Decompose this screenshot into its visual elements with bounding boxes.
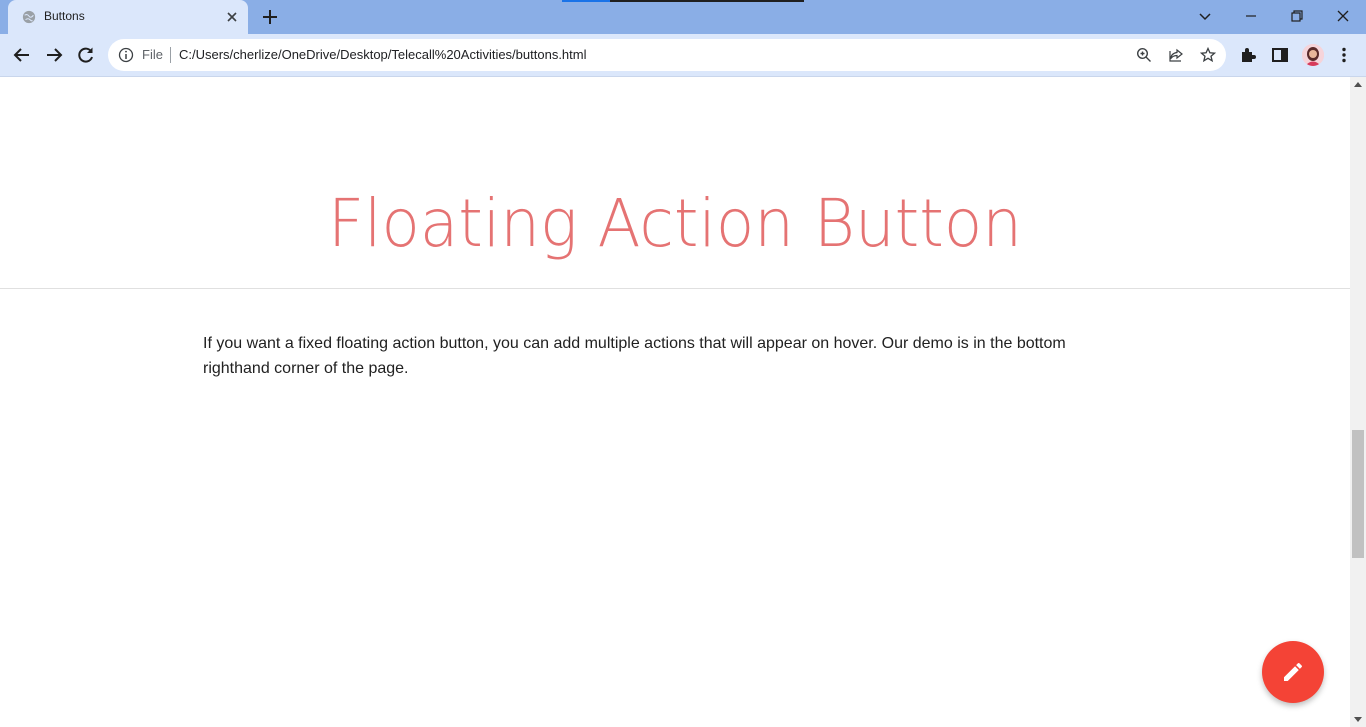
url-scheme-label: File xyxy=(142,47,163,62)
share-icon[interactable] xyxy=(1168,47,1184,63)
page-title: Floating Action Button xyxy=(328,185,1022,262)
forward-icon[interactable] xyxy=(44,45,64,65)
tab-strip: Buttons xyxy=(0,0,1366,34)
tab-title: Buttons xyxy=(44,9,85,23)
tab-buttons[interactable]: Buttons xyxy=(8,0,248,34)
header-divider xyxy=(0,288,1350,289)
restore-icon[interactable] xyxy=(1287,6,1307,26)
globe-icon xyxy=(22,10,36,24)
edit-icon xyxy=(1284,662,1303,681)
bookmark-star-icon[interactable] xyxy=(1200,47,1216,63)
back-icon[interactable] xyxy=(12,45,32,65)
address-bar[interactable]: File C:/Users/cherlize/OneDrive/Desktop/… xyxy=(108,39,1226,71)
url-text[interactable]: C:/Users/cherlize/OneDrive/Desktop/Telec… xyxy=(179,47,587,62)
vertical-scrollbar[interactable] xyxy=(1350,77,1366,727)
browser-toolbar: File C:/Users/cherlize/OneDrive/Desktop/… xyxy=(0,34,1366,77)
profile-avatar[interactable] xyxy=(1302,44,1324,66)
description-text: If you want a fixed floating action butt… xyxy=(203,335,1066,377)
reload-icon[interactable] xyxy=(76,45,96,65)
side-panel-icon[interactable] xyxy=(1270,45,1290,65)
drag-indicator xyxy=(562,0,804,2)
new-tab-icon[interactable] xyxy=(260,7,280,27)
extensions-icon[interactable] xyxy=(1238,45,1258,65)
close-tab-icon[interactable] xyxy=(224,9,240,25)
scrollbar-thumb[interactable] xyxy=(1352,430,1364,558)
site-info-icon[interactable] xyxy=(118,47,134,63)
floating-action-button[interactable] xyxy=(1262,641,1324,703)
zoom-icon[interactable] xyxy=(1136,47,1152,63)
scheme-separator xyxy=(170,47,171,63)
menu-kebab-icon[interactable] xyxy=(1334,45,1354,65)
page-viewport: Floating Action Button If you want a fix… xyxy=(0,77,1350,727)
scroll-up-arrow-icon[interactable] xyxy=(1354,82,1362,87)
scroll-down-arrow-icon[interactable] xyxy=(1354,717,1362,722)
close-window-icon[interactable] xyxy=(1333,6,1353,26)
tab-search-icon[interactable] xyxy=(1195,6,1215,26)
minimize-icon[interactable] xyxy=(1241,6,1261,26)
